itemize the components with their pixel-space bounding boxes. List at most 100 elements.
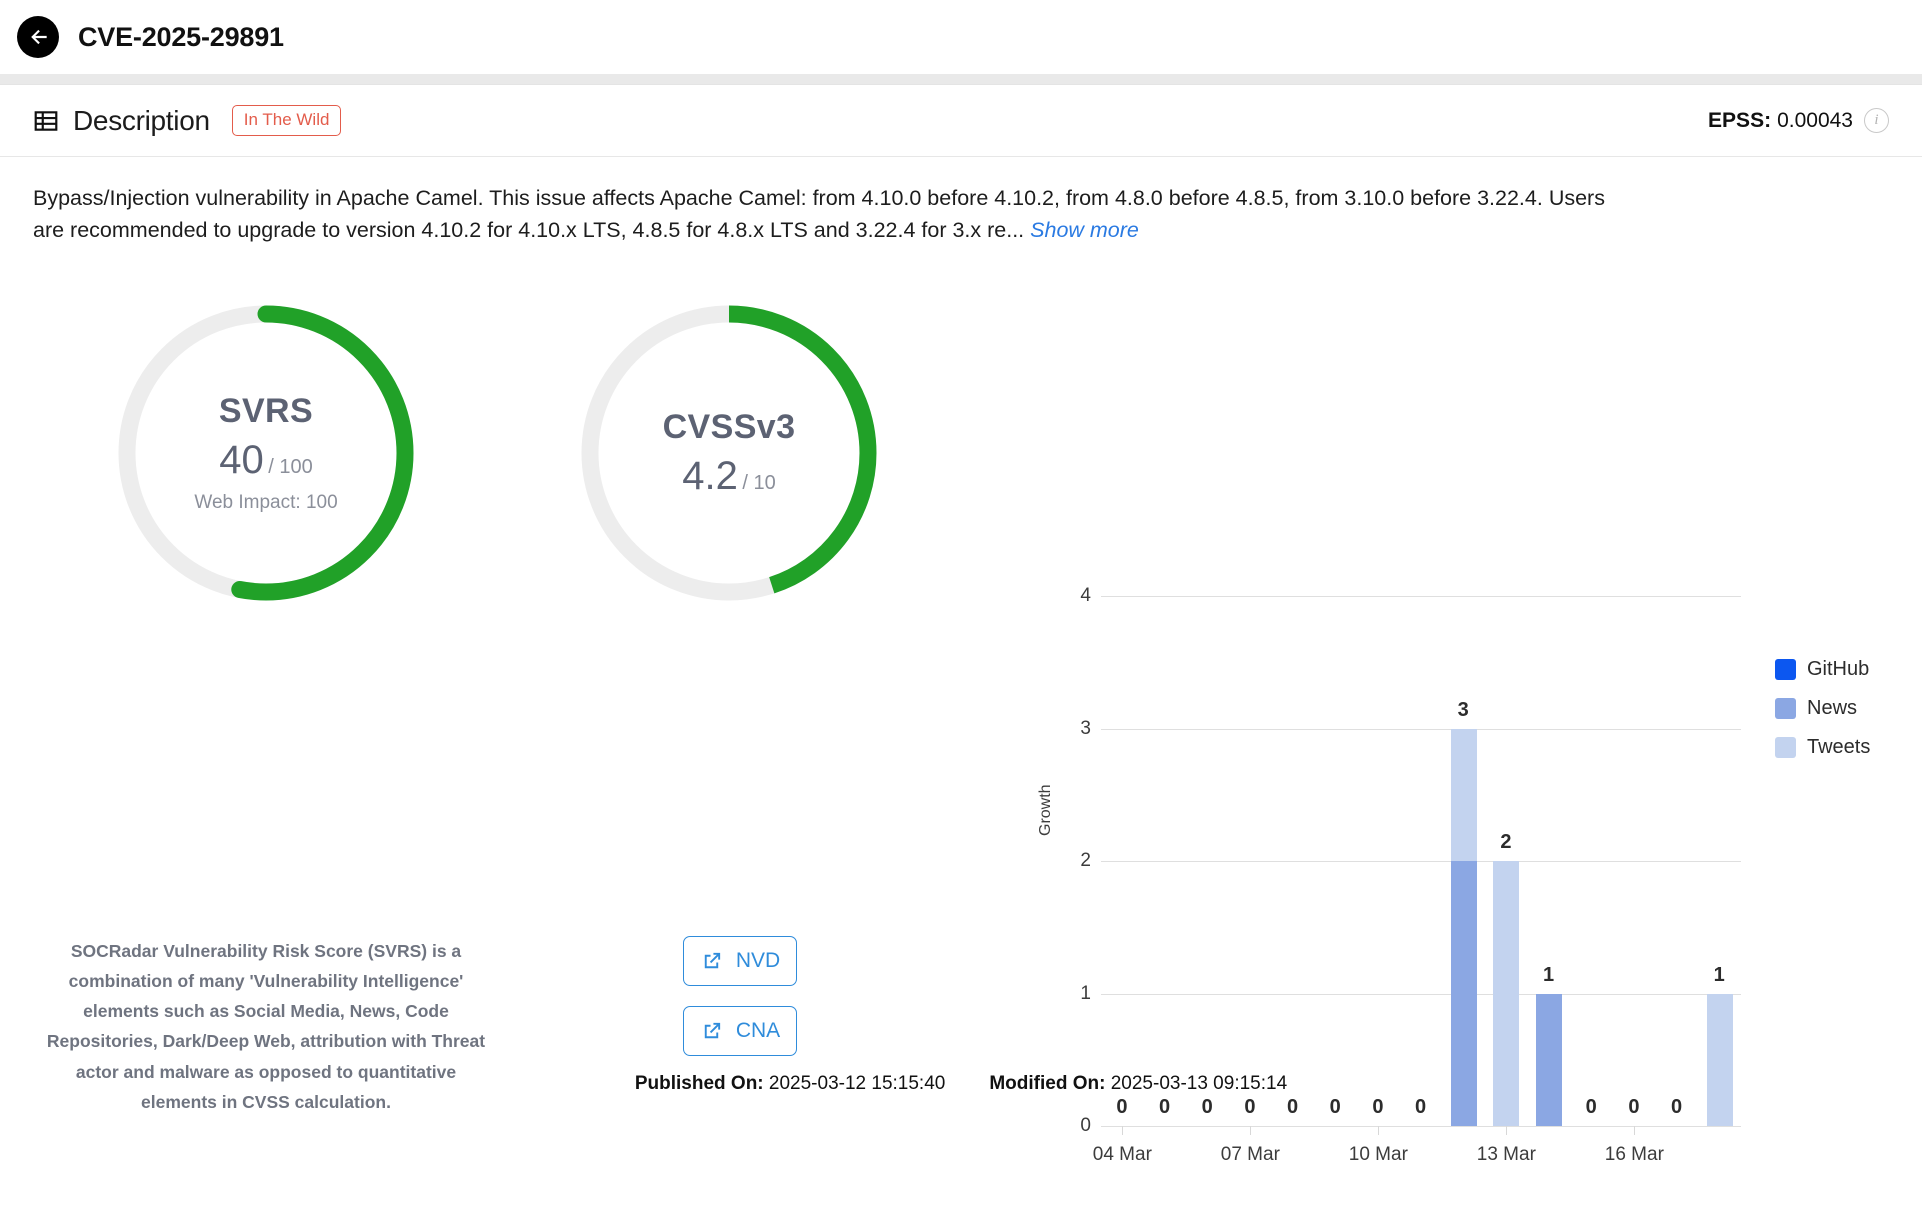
svrs-score: 40 / 100 — [219, 438, 312, 483]
chart-bar-column[interactable] — [1355, 596, 1401, 1126]
chart-bar-segment-news — [1536, 993, 1562, 1127]
growth-chart: Growth 0 1 2 3 4 0 0 0 0 0 0 0 0 3 2 1 0 0 0 1 04 Mar 07 Ma… — [1015, 585, 1920, 1216]
show-more-link[interactable]: Show more — [1030, 218, 1139, 242]
svrs-gauge: SVRS 40 / 100 Web Impact: 100 — [112, 299, 420, 607]
published-on-value: 2025-03-12 15:15:40 — [768, 1073, 946, 1094]
svrs-max: / 100 — [268, 456, 313, 479]
section-title: Description — [73, 104, 210, 136]
chart-x-tick: 13 Mar — [1476, 1144, 1536, 1166]
chart-x-tick: 07 Mar — [1220, 1144, 1280, 1166]
epss-label: EPSS: — [1708, 108, 1772, 132]
chart-bar-value-label: 0 — [1287, 1096, 1299, 1119]
published-on: Published On: 2025-03-12 15:15:40 — [635, 1073, 946, 1095]
chart-bar-value-label: 0 — [1329, 1096, 1341, 1119]
cna-button-label: CNA — [735, 1019, 781, 1043]
modified-on-label: Modified On: — [989, 1073, 1106, 1094]
chart-bar-segment-tweets — [1450, 728, 1477, 862]
chart-bar-value-label: 1 — [1543, 963, 1555, 986]
legend-label: News — [1807, 697, 1858, 720]
chart-bar-value-label: 0 — [1159, 1096, 1171, 1119]
back-button[interactable] — [17, 16, 59, 58]
nvd-button-label: NVD — [735, 949, 781, 973]
chart-bar-value-label: 0 — [1244, 1096, 1256, 1119]
external-link-icon — [700, 950, 723, 973]
chart-bar-column[interactable] — [1441, 596, 1487, 1127]
chart-bar-column[interactable] — [1398, 596, 1444, 1126]
cvss-gauge: CVSSv3 4.2 / 10 — [575, 299, 883, 607]
chart-bar-column[interactable] — [1270, 596, 1316, 1126]
page-title: CVE-2025-29891 — [78, 21, 284, 52]
cvss-gauge-center: CVSSv3 4.2 / 10 — [575, 299, 883, 607]
chart-legend: GitHub News Tweets — [1775, 658, 1870, 759]
chart-bar-value-label: 0 — [1116, 1096, 1128, 1119]
svrs-value: 40 — [219, 438, 264, 483]
svrs-gauge-center: SVRS 40 / 100 Web Impact: 100 — [112, 299, 420, 607]
chart-bar-value-label: 2 — [1500, 831, 1512, 854]
chart-bar-column[interactable] — [1526, 596, 1572, 1127]
card-header-left: Description In The Wild — [33, 104, 342, 137]
chart-y-tick: 0 — [1080, 1115, 1091, 1137]
chart-bar-column[interactable] — [1654, 596, 1700, 1126]
svrs-gauge-wrapper: SVRS 40 / 100 Web Impact: 100 — [112, 299, 420, 607]
chart-bar-segment-tweets — [1706, 993, 1733, 1127]
arrow-left-circle-icon — [25, 24, 51, 50]
chart-y-tick: 4 — [1080, 585, 1091, 607]
chart-bar-value-label: 1 — [1713, 963, 1725, 986]
chart-bar-column[interactable] — [1697, 596, 1743, 1127]
legend-swatch — [1775, 698, 1796, 720]
cvss-gauge-wrapper: CVSSv3 4.2 / 10 — [575, 299, 883, 607]
chart-bar-column[interactable] — [1185, 596, 1231, 1126]
legend-swatch — [1775, 659, 1796, 681]
chart-y-tick: 2 — [1080, 850, 1091, 872]
modified-on-value: 2025-03-13 09:15:14 — [1110, 1073, 1288, 1094]
chart-bar-column[interactable] — [1142, 596, 1188, 1126]
legend-swatch — [1775, 737, 1796, 759]
published-on-label: Published On: — [634, 1073, 764, 1094]
chart-x-tickmark — [1378, 1126, 1380, 1136]
chart-bar-value-label: 0 — [1671, 1096, 1683, 1119]
chart-bar-value-label: 3 — [1457, 698, 1469, 721]
external-link-buttons: NVD CNA — [683, 936, 797, 1057]
modified-on: Modified On: 2025-03-13 09:15:14 — [989, 1073, 1287, 1095]
chart-bar-column[interactable] — [1569, 596, 1615, 1126]
chart-bar-value-label: 0 — [1585, 1096, 1597, 1119]
content-row: SVRS 40 / 100 Web Impact: 100 CVSSv3 4.2… — [0, 246, 1922, 1165]
chart-y-tick: 3 — [1080, 717, 1091, 739]
chart-bar-column[interactable] — [1313, 596, 1359, 1126]
legend-label: GitHub — [1807, 658, 1870, 681]
chart-gridline — [1101, 1126, 1741, 1128]
chart-x-tick: 10 Mar — [1348, 1144, 1408, 1166]
chart-bar-value-label: 0 — [1372, 1096, 1384, 1119]
external-link-icon — [700, 1020, 723, 1043]
chart-bar-value-label: 0 — [1201, 1096, 1213, 1119]
chart-y-axis-label: Growth — [1037, 784, 1054, 837]
cna-button[interactable]: CNA — [683, 1006, 797, 1057]
page-root: CVE-2025-29891 Description In The Wild E… — [0, 0, 1922, 1165]
chart-legend-item-news[interactable]: News — [1775, 697, 1870, 720]
nvd-button[interactable]: NVD — [683, 936, 797, 987]
chart-x-tickmark — [1506, 1126, 1508, 1136]
chart-x-tick: 16 Mar — [1604, 1144, 1664, 1166]
status-badge-in-the-wild[interactable]: In The Wild — [231, 105, 342, 136]
chart-bar-value-label: 0 — [1415, 1096, 1427, 1119]
chart-legend-item-tweets[interactable]: Tweets — [1775, 736, 1870, 759]
chart-legend-item-github[interactable]: GitHub — [1775, 658, 1870, 681]
chart-x-tick: 04 Mar — [1092, 1144, 1152, 1166]
chart-bar-column[interactable] — [1611, 596, 1657, 1126]
cvss-score: 4.2 / 10 — [682, 454, 775, 499]
description-text-block: Bypass/Injection vulnerability in Apache… — [0, 157, 1650, 246]
top-bar: CVE-2025-29891 — [0, 0, 1922, 74]
svrs-label: SVRS — [218, 392, 314, 431]
table-list-icon — [33, 108, 59, 134]
chart-bar-value-label: 0 — [1628, 1096, 1640, 1119]
chart-bar-column[interactable] — [1099, 596, 1145, 1126]
svrs-web-impact: Web Impact: 100 — [194, 492, 338, 514]
cvss-label: CVSSv3 — [662, 407, 796, 446]
info-icon[interactable]: i — [1864, 108, 1889, 133]
epss-value: 0.00043 — [1777, 108, 1853, 132]
chart-bar-column[interactable] — [1483, 596, 1529, 1127]
legend-label: Tweets — [1807, 736, 1871, 759]
chart-bar-column[interactable] — [1227, 596, 1273, 1126]
cvss-value: 4.2 — [682, 453, 738, 498]
chart-plot-area: 0 0 0 0 0 0 0 0 3 2 1 0 0 0 1 — [1099, 596, 1743, 1127]
